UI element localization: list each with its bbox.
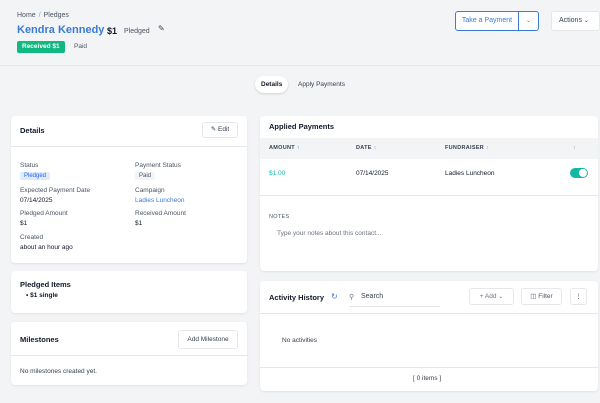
add-milestone-button[interactable]: Add Milestone (178, 330, 238, 349)
breadcrumb-home[interactable]: Home (17, 12, 36, 19)
breadcrumb-current[interactable]: Pledges (44, 12, 69, 19)
tab-details[interactable]: Details (255, 76, 289, 93)
chevron-down-icon: ⌄ (583, 18, 589, 24)
payment-toggle[interactable] (570, 168, 588, 178)
pledged-amount-label: Pledged Amount (20, 210, 68, 217)
chevron-down-icon: ⌄ (525, 18, 532, 24)
search-input[interactable]: Search (361, 293, 383, 300)
sort-asc-icon: ↑ (296, 145, 300, 151)
actions-label: Actions (559, 17, 582, 24)
divider (11, 146, 247, 147)
filter-label: Filter (538, 293, 553, 300)
table-row: $1.00 07/14/2025 Ladies Luncheon (260, 160, 598, 186)
campaign-label: Campaign (135, 187, 165, 194)
applied-payments-card: Applied Payments AMOUNT ↑ DATE ↕ FUNDRAI… (260, 116, 598, 271)
chevron-down-icon: ⌄ (498, 294, 504, 300)
created-value: about an hour ago (20, 244, 73, 251)
fundraiser-header-label: FUNDRAISER (445, 145, 485, 151)
pencil-icon[interactable]: ✎ (158, 24, 165, 33)
edit-button[interactable]: ✎ Edit (202, 122, 238, 138)
payment-status-text: Paid (74, 43, 88, 50)
details-title: Details (20, 126, 45, 135)
activity-count: [ 0 items ] (413, 375, 442, 382)
divider (260, 195, 598, 196)
search-underline (349, 306, 440, 307)
divider (260, 367, 598, 368)
activity-empty: No activities (282, 337, 318, 344)
add-label: Add (484, 293, 497, 300)
divider (260, 313, 598, 314)
sort-icon[interactable]: ↕ (573, 145, 576, 151)
campaign-link[interactable]: Ladies Luncheon (135, 197, 185, 204)
breadcrumb-separator: / (38, 12, 41, 19)
pledged-item-label: $1 single (30, 292, 58, 299)
pledged-amount-value: $1 (20, 220, 28, 227)
received-amount-value: $1 (135, 220, 143, 227)
page-header: Home / Pledges Kendra Kennedy $1 Pledged ✎… (0, 0, 600, 66)
actions-button[interactable]: Actions ⌄ (551, 11, 600, 31)
list-item: • $1 single (26, 292, 58, 299)
amount-header-label: AMOUNT (269, 145, 295, 151)
notes-input[interactable]: Type your notes about this contact... (277, 230, 381, 237)
payment-status-label: Payment Status (135, 162, 181, 169)
payment-date: 07/14/2025 (356, 170, 389, 177)
notes-label: NOTES (269, 214, 290, 220)
divider (11, 355, 247, 356)
received-badge: Received $1 (17, 41, 65, 53)
breadcrumb: Home / Pledges (17, 12, 69, 19)
milestones-title: Milestones (20, 335, 59, 344)
more-vertical-icon: ⋮ (575, 293, 582, 300)
created-label: Created (20, 234, 44, 241)
filter-icon: ◫ (530, 293, 537, 300)
payment-amount[interactable]: $1.00 (269, 170, 285, 177)
refresh-icon[interactable]: ↻ (331, 292, 338, 301)
applied-payments-title: Applied Payments (269, 122, 335, 131)
expected-date-value: 07/14/2025 (20, 197, 53, 204)
expected-date-label: Expected Payment Date (20, 187, 91, 194)
column-header-fundraiser[interactable]: FUNDRAISER ↕ (445, 145, 489, 151)
milestones-card: Milestones Add Milestone No milestones c… (11, 322, 247, 385)
pledged-items-title: Pledged Items (20, 280, 71, 289)
pledge-amount: $1 (107, 26, 118, 36)
pencil-icon: ✎ (210, 126, 217, 133)
date-header-label: DATE (356, 145, 372, 151)
sort-icon: ↕ (485, 145, 489, 151)
pledge-status: Pledged (124, 28, 150, 35)
pledged-items-card: Pledged Items • $1 single (11, 271, 247, 313)
donor-name[interactable]: Kendra Kennedy (17, 24, 104, 36)
status-label: Status (20, 162, 39, 169)
activity-history-card: Activity History ↻ ⚲ Search + Add ⌄ ◫ Fi… (260, 281, 598, 391)
activity-history-title: Activity History (269, 293, 325, 302)
edit-label: Edit (218, 126, 230, 133)
milestones-empty: No milestones created yet. (20, 368, 97, 375)
tab-apply-payments[interactable]: Apply Payments (298, 76, 345, 93)
add-activity-button[interactable]: + Add ⌄ (469, 288, 514, 305)
details-card: Details ✎ Edit Status Pledged Payment St… (11, 116, 247, 263)
received-amount-label: Received Amount (135, 210, 186, 217)
filter-button[interactable]: ◫ Filter (521, 288, 562, 305)
sort-icon: ↕ (373, 145, 377, 151)
more-options-button[interactable]: ⋮ (570, 288, 587, 305)
column-header-date[interactable]: DATE ↕ (356, 145, 377, 151)
payment-status-badge: Paid (135, 172, 156, 180)
table-header: AMOUNT ↑ DATE ↕ FUNDRAISER ↕ ↕ (260, 138, 598, 159)
column-header-amount[interactable]: AMOUNT ↑ (269, 145, 300, 151)
payment-fundraiser: Ladies Luncheon (445, 170, 495, 177)
take-payment-dropdown-button[interactable]: ⌄ (518, 11, 539, 31)
status-badge: Pledged (20, 172, 51, 180)
take-payment-button[interactable]: Take a Payment (455, 11, 519, 31)
search-icon: ⚲ (349, 294, 355, 301)
